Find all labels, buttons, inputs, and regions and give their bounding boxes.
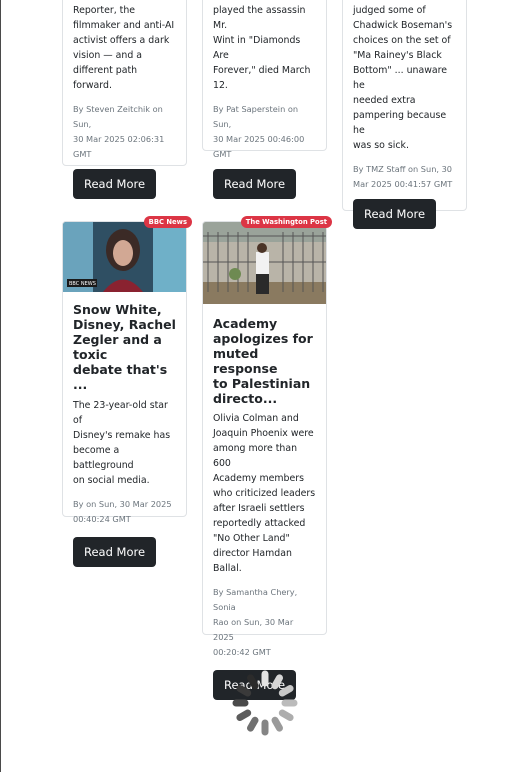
card-byline: By Pat Saperstein on Sun, 30 Mar 2025 00… (213, 104, 305, 159)
card-description: played the assassin Mr. Wint in "Diamond… (213, 5, 311, 91)
card-description: Reporter, the filmmaker and anti-AI acti… (73, 5, 175, 91)
card-description: The 23-year-old star of Disney's remake … (73, 400, 171, 486)
article-thumbnail[interactable]: BBC NEWS (63, 222, 186, 292)
card-description: judged some of Chadwick Boseman's choice… (353, 5, 453, 151)
card-byline: By on Sun, 30 Mar 2025 00:40:24 GMT (73, 499, 172, 524)
news-card: BBC News BBC NEWS Snow White, Disney, Ra… (62, 216, 192, 567)
news-card: The Washington Post Academy apologizes f… (202, 216, 332, 700)
card-title[interactable]: Snow White, Disney, Rachel Zegler and a … (73, 302, 176, 392)
read-more-button[interactable]: Read More (73, 537, 157, 567)
read-more-button[interactable]: Read More (213, 169, 297, 199)
loading-spinner-icon (232, 670, 298, 736)
source-badge: The Washington Post (240, 216, 332, 228)
read-more-button[interactable]: Read More (73, 169, 157, 199)
card-description: Olivia Colman and Joaquin Phoenix were a… (213, 413, 316, 574)
card-byline: By Steven Zeitchik on Sun, 30 Mar 2025 0… (73, 104, 165, 159)
news-card: judged some of Chadwick Boseman's choice… (342, 0, 467, 229)
news-card: Reporter, the filmmaker and anti-AI acti… (62, 0, 187, 199)
window-edge (0, 0, 1, 772)
article-thumbnail[interactable] (203, 222, 326, 304)
card-byline: By TMZ Staff on Sun, 30 Mar 2025 00:41:5… (353, 164, 453, 189)
card-title[interactable]: Academy apologizes for muted response to… (213, 316, 316, 406)
news-card: played the assassin Mr. Wint in "Diamond… (202, 0, 327, 199)
source-badge: BBC News (143, 216, 192, 228)
read-more-button[interactable]: Read More (353, 199, 437, 229)
card-byline: By Samantha Chery, Sonia Rao on Sun, 30 … (213, 587, 298, 657)
thumbnail-caption: BBC NEWS (69, 281, 96, 287)
